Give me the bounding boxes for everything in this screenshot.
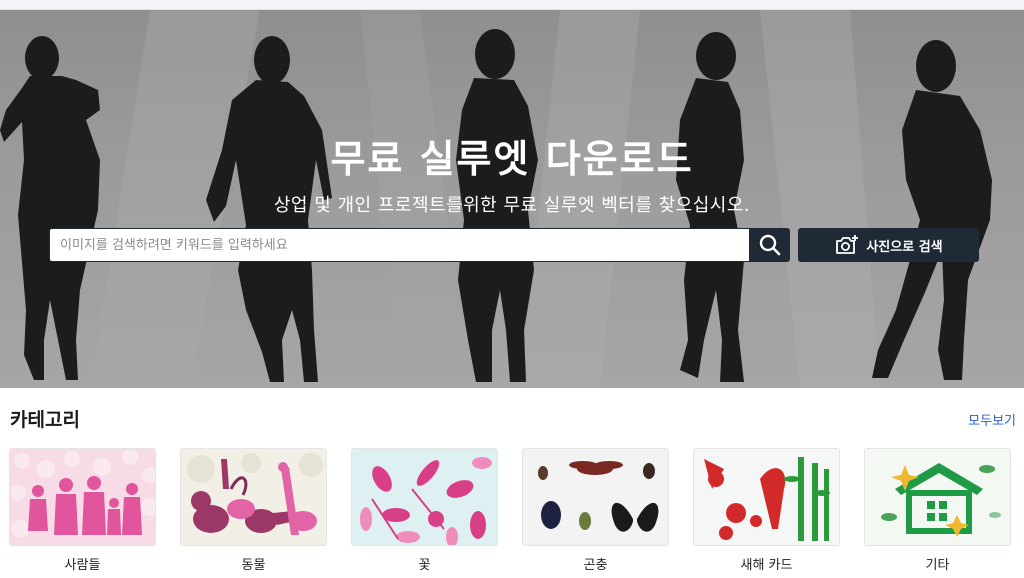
search-button[interactable] (749, 228, 790, 262)
category-thumbnail-other (864, 448, 1011, 546)
camera-plus-icon (836, 235, 859, 254)
category-card-flowers[interactable]: 꽃 (351, 448, 498, 578)
hero-subtitle: 상업 및 개인 프로젝트를위한 무료 실루엣 벡터를 찾으십시오. (273, 195, 751, 216)
category-label: 꽃 (418, 558, 431, 573)
category-label: 곤충 (583, 558, 608, 573)
category-label: 기타 (925, 558, 950, 573)
category-thumbnail-new-year-cards (693, 448, 840, 546)
category-card-insects[interactable]: 곤충 (522, 448, 669, 578)
category-thumbnail-people (9, 448, 156, 546)
category-label: 새해 카드 (740, 558, 793, 573)
category-thumbnail-insects (522, 448, 669, 546)
hero-banner: 무료 실루엣 다운로드 상업 및 개인 프로젝트를위한 무료 실루엣 벡터를 찾… (0, 10, 1024, 388)
search-bar (49, 228, 790, 262)
top-bar (0, 0, 1024, 10)
search-input[interactable] (49, 228, 749, 262)
category-list: 사람들 동물 꽃 곤충 새해 카드 기타 (9, 448, 1015, 578)
category-label: 사람들 (64, 558, 101, 573)
category-card-people[interactable]: 사람들 (9, 448, 156, 578)
category-thumbnail-flowers (351, 448, 498, 546)
category-card-other[interactable]: 기타 (864, 448, 1011, 578)
category-thumbnail-animals (180, 448, 327, 546)
categories-title: 카테고리 (10, 409, 80, 431)
search-by-photo-label: 사진으로 검색 (866, 239, 943, 255)
view-all-link[interactable]: 모두보기 (968, 410, 1016, 429)
category-label: 동물 (241, 558, 266, 573)
search-icon (759, 234, 780, 256)
search-by-photo-button[interactable]: 사진으로 검색 (798, 228, 979, 262)
category-card-new-year-cards[interactable]: 새해 카드 (693, 448, 840, 578)
hero-title: 무료 실루엣 다운로드 (330, 137, 694, 181)
category-card-animals[interactable]: 동물 (180, 448, 327, 578)
